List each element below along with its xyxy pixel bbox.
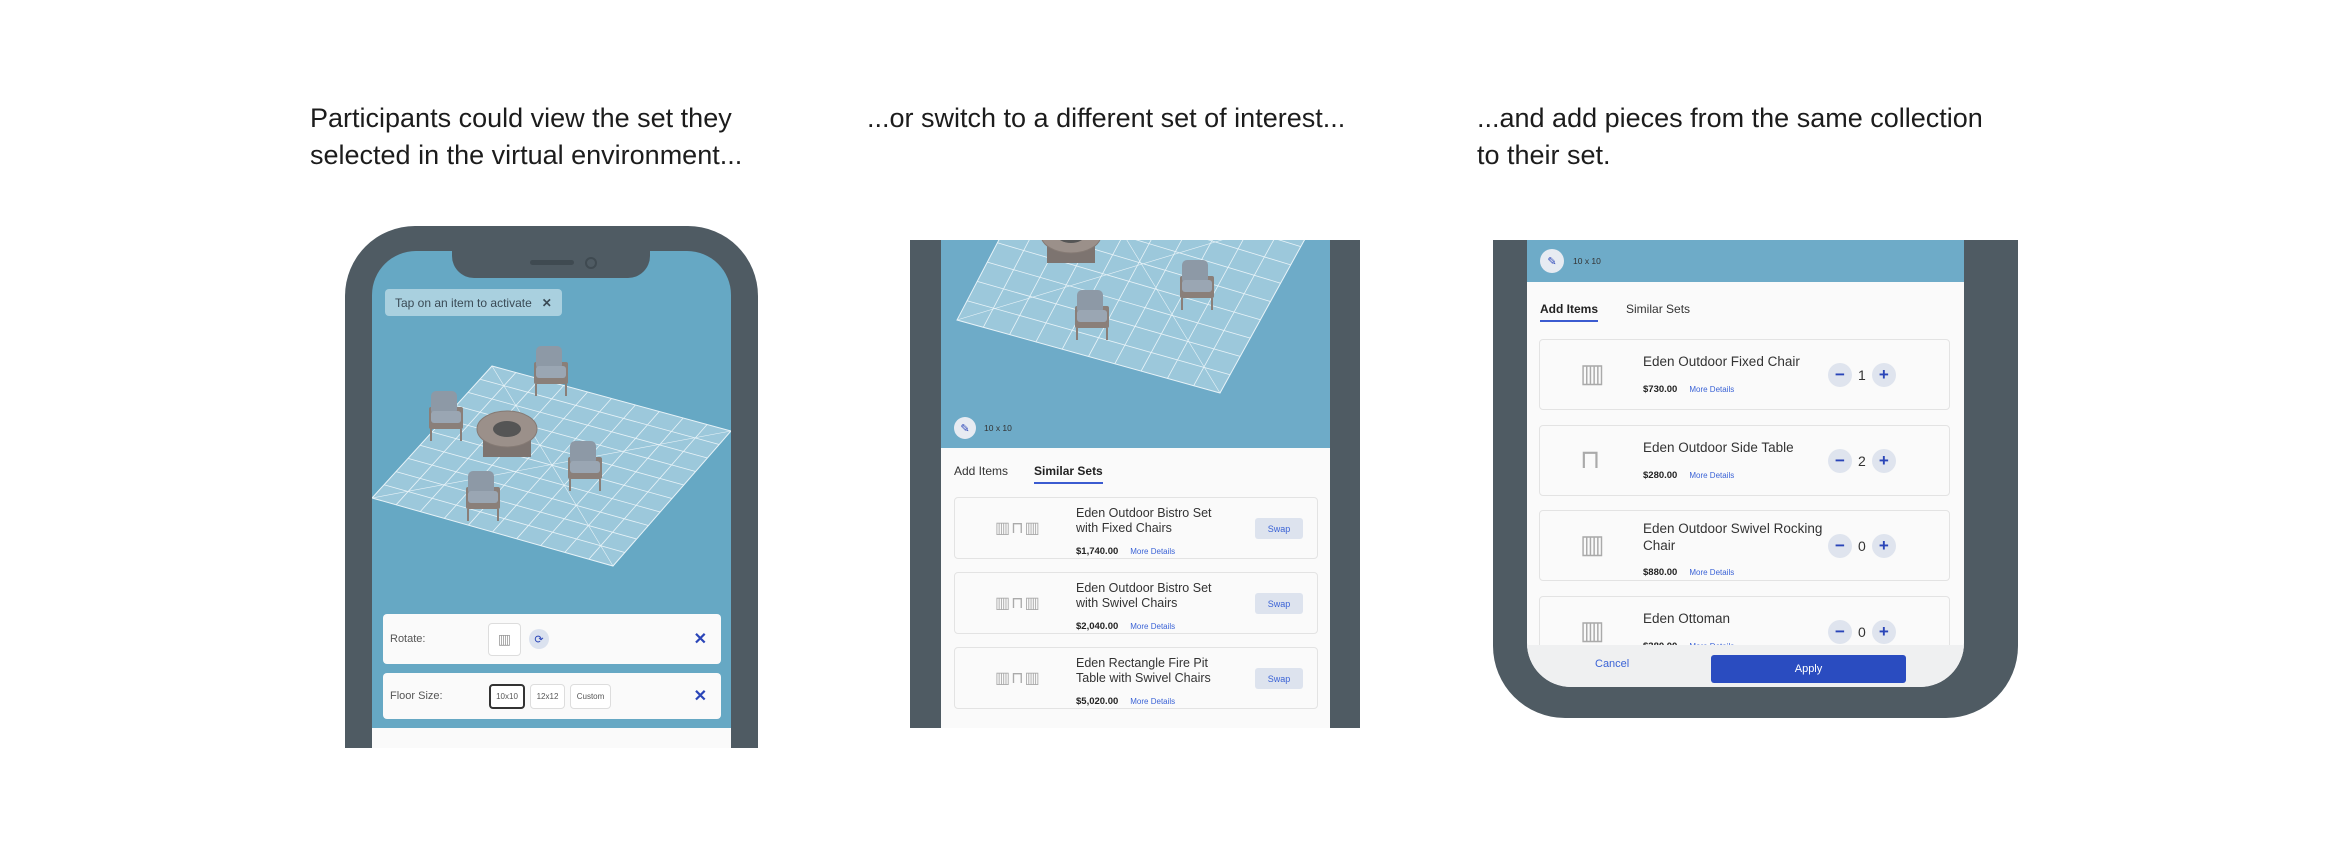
floor-size-12x12[interactable]: 12x12	[530, 683, 565, 709]
set-thumbnail-icon: ▥⊓▥	[995, 595, 1041, 612]
tab-similar-sets[interactable]: Similar Sets	[1034, 464, 1103, 484]
swap-button[interactable]: Swap	[1255, 518, 1303, 539]
plus-icon[interactable]: +	[1871, 534, 1896, 558]
more-details-link[interactable]: More Details	[1689, 568, 1734, 577]
item-price: $280.00	[1643, 469, 1678, 481]
set-price: $1,740.00	[1076, 546, 1119, 557]
set-thumbnail-icon: ▥⊓▥	[995, 670, 1041, 687]
selected-item-thumb[interactable]: ▥	[488, 622, 521, 656]
caption-line: Participants could view the set they	[310, 103, 732, 133]
floor-size-custom[interactable]: Custom	[570, 683, 611, 709]
quantity-stepper: − 2 +	[1828, 448, 1896, 473]
item-name: Eden Outdoor Side Table	[1643, 439, 1794, 455]
more-details-link[interactable]: More Details	[1130, 697, 1175, 706]
floor-size-label: 10 x 10	[1573, 256, 1601, 266]
more-details-link[interactable]: More Details	[1689, 471, 1734, 480]
item-thumbnail-icon: ▥	[1580, 358, 1605, 388]
floor-size-label: 10 x 10	[984, 423, 1012, 433]
tab-add-items[interactable]: Add Items	[1540, 302, 1599, 322]
tabs: Add Items Similar Sets	[954, 464, 1103, 484]
set-name: Eden Outdoor Bistro Set with Swivel Chai…	[1076, 581, 1212, 610]
swap-button[interactable]: Swap	[1255, 593, 1303, 614]
more-details-link[interactable]: More Details	[1689, 385, 1734, 394]
notch	[452, 251, 650, 278]
minus-icon[interactable]: −	[1828, 363, 1852, 387]
close-icon[interactable]: ✕	[694, 686, 707, 706]
caption-line: to their set.	[1477, 140, 1611, 170]
similar-set-card[interactable]: ▥⊓▥ Eden Rectangle Fire Pit Table with S…	[954, 647, 1318, 709]
close-icon[interactable]: ✕	[694, 629, 707, 649]
similar-set-card[interactable]: ▥⊓▥ Eden Outdoor Bistro Set with Swivel …	[954, 572, 1318, 634]
set-name: Eden Rectangle Fire Pit Table with Swive…	[1076, 656, 1211, 685]
item-thumbnail-icon: ▥	[1580, 614, 1605, 645]
toast-text: Tap on an item to activate	[395, 295, 532, 310]
caption-2: ...or switch to a different set of inter…	[867, 100, 1345, 137]
phone-screen-1: Tap on an item to activate ✕ Rotate: ▥ ⟳…	[372, 251, 731, 748]
caption-line: ...or switch to a different set of inter…	[867, 103, 1346, 133]
quantity-value: 2	[1858, 452, 1866, 469]
bottom-sheet	[372, 728, 731, 748]
close-icon[interactable]: ✕	[542, 296, 552, 310]
tab-add-items[interactable]: Add Items	[954, 464, 1008, 484]
edit-pencil-icon[interactable]: ✎	[954, 417, 976, 439]
item-name: Eden Ottoman	[1643, 610, 1731, 626]
edit-pencil-icon[interactable]: ✎	[1540, 249, 1564, 273]
caption-line: ...and add pieces from the same collecti…	[1477, 103, 1983, 133]
quantity-value: 0	[1858, 623, 1866, 640]
more-details-link[interactable]: More Details	[1130, 622, 1175, 631]
set-name: Eden Outdoor Bistro Set with Fixed Chair…	[1076, 506, 1212, 535]
tabs: Add Items Similar Sets	[1540, 302, 1690, 322]
plus-icon[interactable]: +	[1871, 363, 1896, 387]
rotate-panel: Rotate: ▥ ⟳ ✕	[383, 614, 721, 664]
floor-size-10x10[interactable]: 10x10	[489, 683, 525, 709]
quantity-value: 1	[1858, 367, 1866, 383]
minus-icon[interactable]: −	[1828, 534, 1852, 558]
similar-set-card[interactable]: ▥⊓▥ Eden Outdoor Bistro Set with Fixed C…	[954, 497, 1318, 559]
activation-toast: Tap on an item to activate ✕	[385, 289, 562, 316]
item-thumbnail-icon: ⊓	[1580, 443, 1601, 474]
plus-icon[interactable]: +	[1871, 448, 1896, 473]
floor-grid[interactable]	[941, 240, 1330, 448]
tab-similar-sets[interactable]: Similar Sets	[1626, 302, 1690, 322]
cancel-button[interactable]: Cancel	[1595, 658, 1629, 670]
phone-screen-3: ✎ 10 x 10 Add Items Similar Sets ▥ Eden …	[1527, 240, 1964, 687]
phone-screen-2: ✎ 10 x 10 Add Items Similar Sets ▥⊓▥ Ede…	[941, 240, 1330, 728]
rotate-label: Rotate:	[390, 633, 426, 645]
caption-line: selected in the virtual environment...	[310, 140, 743, 170]
set-thumbnail-icon: ▥⊓▥	[995, 520, 1041, 537]
scene-view	[941, 240, 1330, 448]
minus-icon[interactable]: −	[1828, 448, 1852, 473]
item-thumbnail-icon: ▥	[1580, 529, 1605, 559]
item-name: Eden Outdoor Fixed Chair	[1643, 354, 1800, 369]
quantity-stepper: − 0 +	[1828, 619, 1896, 644]
set-price: $2,040.00	[1076, 621, 1119, 632]
item-name: Eden Outdoor Swivel Rocking Chair	[1643, 521, 1823, 553]
add-item-card: ▥ Eden Outdoor Fixed Chair $730.00 More D…	[1539, 339, 1950, 410]
apply-button[interactable]: Apply	[1711, 655, 1906, 683]
fire-pit-table[interactable]	[1041, 240, 1101, 263]
footer-bar: Cancel Apply	[1527, 645, 1964, 687]
floor-size-panel: Floor Size: 10x10 12x12 Custom ✕	[383, 673, 721, 719]
minus-icon[interactable]: −	[1828, 619, 1852, 644]
swap-button[interactable]: Swap	[1255, 668, 1303, 689]
rotate-icon[interactable]: ⟳	[529, 629, 549, 649]
item-price: $730.00	[1643, 384, 1678, 395]
plus-icon[interactable]: +	[1871, 619, 1896, 644]
quantity-stepper: − 0 +	[1828, 534, 1896, 558]
quantity-stepper: − 1 +	[1828, 363, 1896, 387]
caption-1: Participants could view the set they sel…	[310, 100, 742, 174]
fire-pit-table[interactable]	[476, 410, 538, 457]
add-item-card: ⊓ Eden Outdoor Side Table $280.00 More De…	[1539, 424, 1950, 496]
add-item-card: ▥ Eden Outdoor Swivel Rocking Chair $880…	[1539, 510, 1950, 581]
item-price: $880.00	[1643, 567, 1678, 578]
chair-icon: ▥	[497, 630, 512, 647]
quantity-value: 0	[1858, 538, 1866, 554]
floor-size-label: Floor Size:	[390, 690, 443, 702]
more-details-link[interactable]: More Details	[1130, 547, 1175, 556]
set-price: $5,020.00	[1076, 696, 1119, 707]
caption-3: ...and add pieces from the same collecti…	[1477, 100, 1983, 174]
